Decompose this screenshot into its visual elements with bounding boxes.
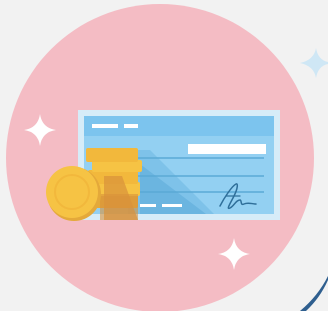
amount-box [188,144,266,154]
illustration-canvas [0,0,328,311]
cheque-number-dash [162,204,182,207]
coin-layer [86,148,138,162]
cheque-number-dash [140,204,156,207]
coin-face [46,166,98,218]
header-text-line [124,124,138,128]
cheque-illustration [0,0,328,311]
header-text-line [92,124,118,128]
